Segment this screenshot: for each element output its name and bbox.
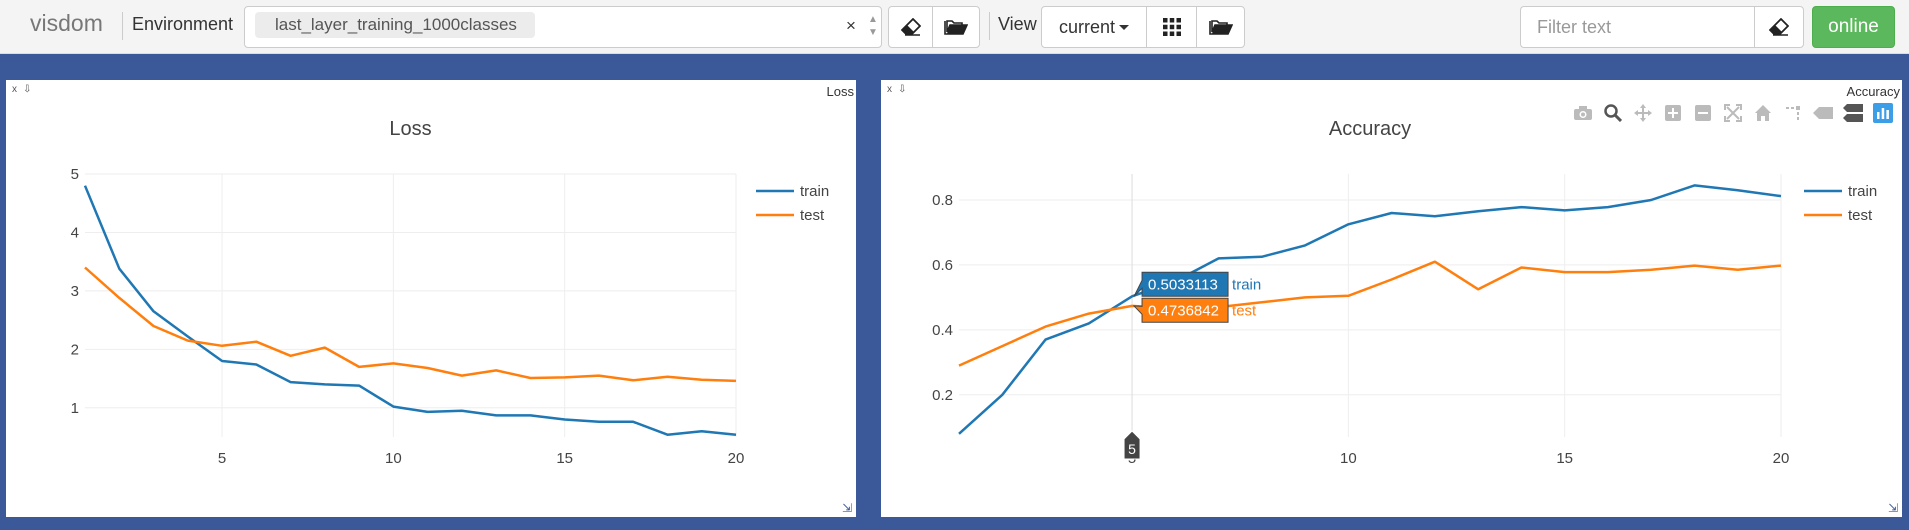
pan-icon[interactable] [1632, 102, 1654, 124]
open-env-button[interactable] [932, 6, 980, 48]
divider [122, 12, 123, 40]
legend-label-train: train [800, 183, 829, 200]
x-tick-label: 20 [1773, 450, 1790, 467]
zoom-out-icon[interactable] [1692, 102, 1714, 124]
view-label: View [998, 14, 1037, 34]
plot-modebar [1572, 102, 1894, 124]
y-tick-label: 5 [71, 166, 79, 183]
zoom-in-icon[interactable] [1662, 102, 1684, 124]
open-view-button[interactable] [1196, 6, 1245, 48]
series-line-test [958, 260, 1782, 367]
y-tick-label: 0.2 [932, 387, 953, 404]
autoscale-icon[interactable] [1722, 102, 1744, 124]
legend-label-test: test [1848, 207, 1873, 224]
y-tick-label: 0.4 [932, 322, 953, 339]
series-line-train [958, 184, 1782, 435]
y-tick-label: 0.8 [932, 192, 953, 209]
caret-down-icon [1119, 24, 1130, 30]
legend-label-test: test [800, 207, 825, 224]
x-tick-label: 5 [218, 450, 226, 467]
x-tick-label: 20 [728, 450, 745, 467]
spike-lines-icon[interactable] [1782, 102, 1804, 124]
view-select-button[interactable]: current [1041, 6, 1147, 48]
brand-logo[interactable]: visdom [30, 10, 103, 37]
y-tick-label: 3 [71, 283, 79, 300]
hover-closest-icon[interactable] [1812, 102, 1834, 124]
plotly-logo-icon[interactable] [1872, 102, 1894, 124]
series-line-test [84, 266, 737, 383]
hover-compare-icon[interactable] [1842, 102, 1864, 124]
series-line-train [83, 185, 737, 436]
eraser-icon [1769, 18, 1789, 36]
environment-arrows[interactable]: ▲ ▼ [865, 13, 881, 39]
hover-series-label-train: train [1232, 276, 1261, 293]
arrow-up-icon[interactable]: ▲ [865, 13, 881, 26]
hover-x-label: 5 [1128, 441, 1136, 457]
x-tick-label: 10 [385, 450, 402, 467]
online-status-button[interactable]: online [1812, 6, 1895, 48]
x-tick-label: 15 [556, 450, 573, 467]
environment-select[interactable]: last_layer_training_1000classes × ▲ ▼ [244, 6, 882, 48]
divider [989, 12, 990, 40]
chart-title: Accuracy [1329, 118, 1411, 140]
hover-series-label-test: test [1232, 302, 1257, 319]
x-tick-label: 10 [1340, 450, 1357, 467]
loss-chart[interactable]: Loss 5 10 15 20 1 2 3 4 5 train test [6, 80, 856, 517]
folder-open-icon [944, 20, 968, 35]
accuracy-chart[interactable]: Accuracy51015200.20.40.60.8traintest50.5… [881, 80, 1902, 517]
clear-environment-icon[interactable]: × [846, 16, 856, 36]
eraser-icon [900, 18, 921, 36]
clear-env-button[interactable] [888, 6, 933, 48]
hover-value-train: 0.5033113 [1148, 276, 1218, 293]
environment-label: Environment [132, 14, 234, 34]
y-tick-label: 2 [71, 341, 79, 358]
accuracy-pane[interactable]: x⇩ Accuracy Accuracy51015200.20.40.60.8t… [881, 80, 1902, 517]
environment-tag[interactable]: last_layer_training_1000classes [255, 12, 535, 38]
loss-pane[interactable]: x ⇩ Loss Loss 5 10 15 20 1 2 3 4 5 train test ⇲ [6, 80, 856, 517]
arrow-down-icon[interactable]: ▼ [865, 26, 881, 39]
home-icon[interactable] [1752, 102, 1774, 124]
hover-value-test: 0.4736842 [1148, 302, 1219, 319]
view-select-value: current [1058, 16, 1116, 37]
resize-handle-icon[interactable]: ⇲ [1888, 501, 1898, 515]
y-tick-label: 4 [71, 224, 79, 241]
x-tick-label: 15 [1556, 450, 1573, 467]
resize-handle-icon[interactable]: ⇲ [842, 501, 852, 515]
grid-icon [1162, 18, 1181, 36]
navbar: visdom Environment last_layer_training_1… [0, 0, 1909, 54]
y-tick-label: 0.6 [932, 257, 953, 274]
repack-layout-button[interactable] [1146, 6, 1197, 48]
filter-text-input[interactable] [1520, 6, 1755, 48]
zoom-icon[interactable] [1602, 102, 1624, 124]
legend-label-train: train [1848, 183, 1877, 200]
camera-icon[interactable] [1572, 102, 1594, 124]
y-tick-label: 1 [71, 400, 79, 417]
chart-title: Loss [389, 118, 431, 140]
clear-filter-button[interactable] [1754, 6, 1804, 48]
folder-open-icon [1208, 20, 1233, 35]
